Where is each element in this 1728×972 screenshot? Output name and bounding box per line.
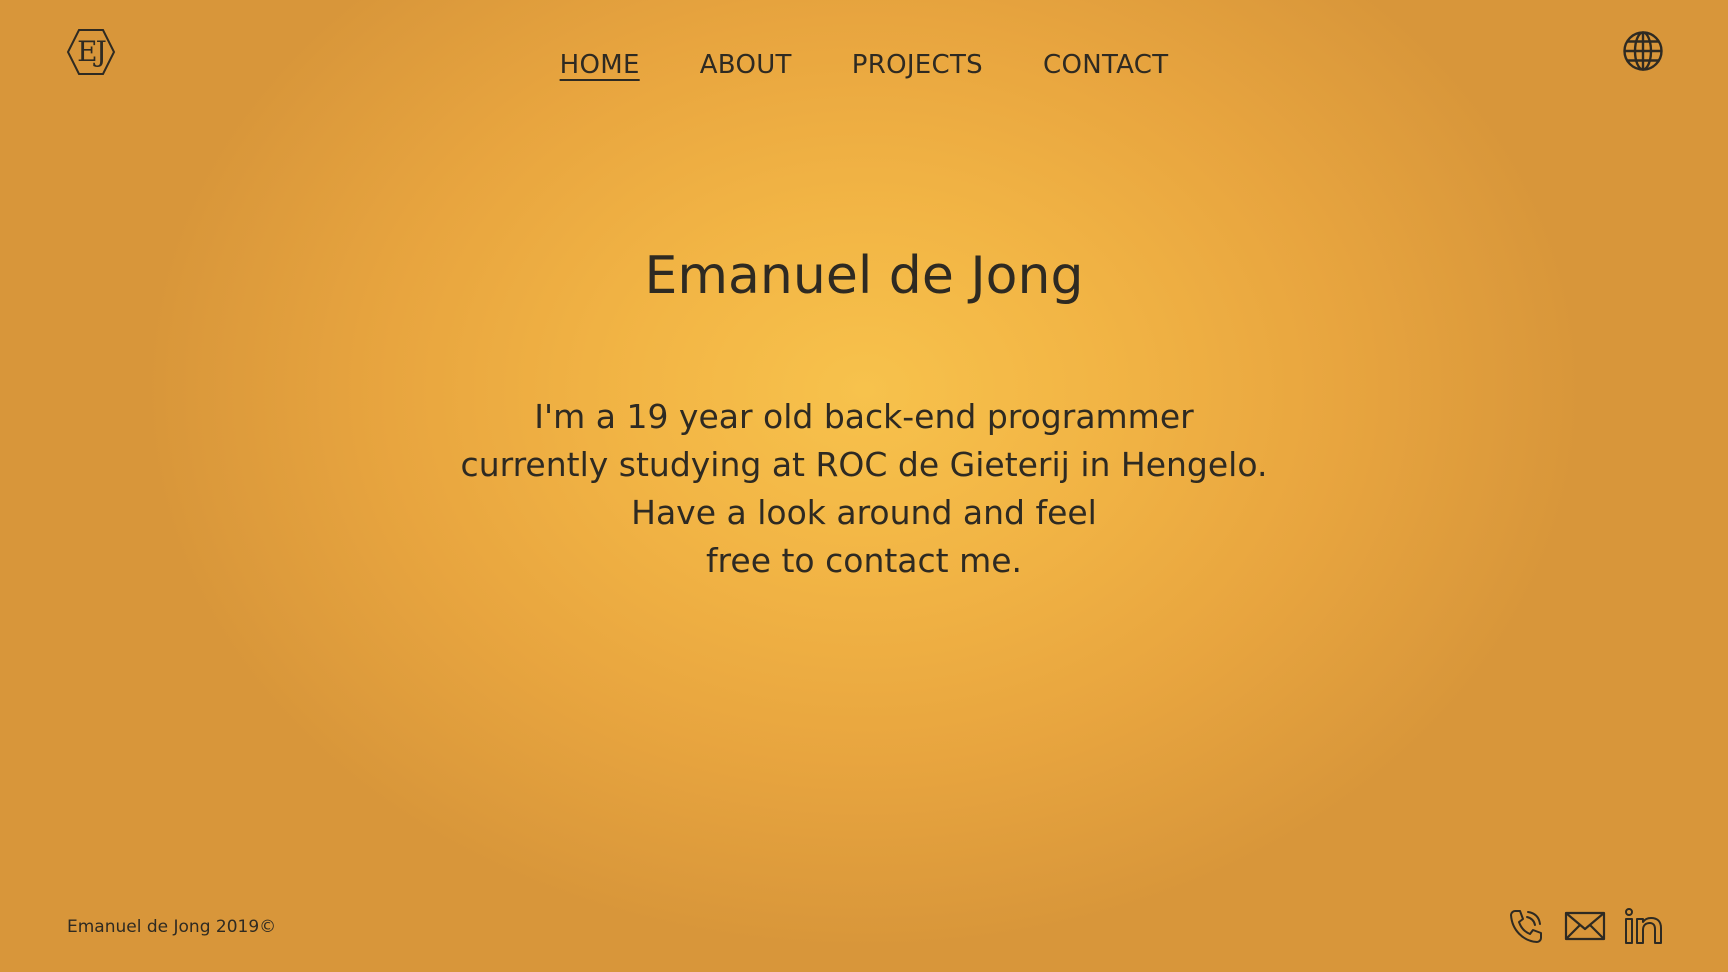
nav-item-projects[interactable]: PROJECTS <box>852 50 983 80</box>
nav-item-about[interactable]: ABOUT <box>700 50 792 80</box>
intro-line: free to contact me. <box>705 541 1023 580</box>
nav-item-contact[interactable]: CONTACT <box>1043 50 1168 80</box>
page-title: Emanuel de Jong <box>644 246 1084 306</box>
intro-line: currently studying at ROC de Gieterij in… <box>460 445 1268 484</box>
intro-line: I'm a 19 year old back-end programmer <box>534 397 1194 436</box>
intro-line: Have a look around and feel <box>631 493 1097 532</box>
footer-copyright: Emanuel de Jong 2019© <box>67 917 277 937</box>
phone-icon <box>1510 910 1542 943</box>
main-navigation: HOME ABOUT PROJECTS CONTACT <box>0 50 1728 80</box>
nav-item-home[interactable]: HOME <box>560 50 640 80</box>
linkedin-icon <box>1625 908 1662 944</box>
phone-link[interactable] <box>1506 906 1546 946</box>
globe-icon <box>1623 31 1663 71</box>
language-button[interactable] <box>1622 30 1664 72</box>
mail-icon <box>1564 911 1606 941</box>
social-links <box>1506 906 1664 946</box>
intro-text: I'm a 19 year old back-end programmer cu… <box>0 393 1728 585</box>
linkedin-link[interactable] <box>1624 907 1664 945</box>
mail-link[interactable] <box>1564 910 1606 942</box>
